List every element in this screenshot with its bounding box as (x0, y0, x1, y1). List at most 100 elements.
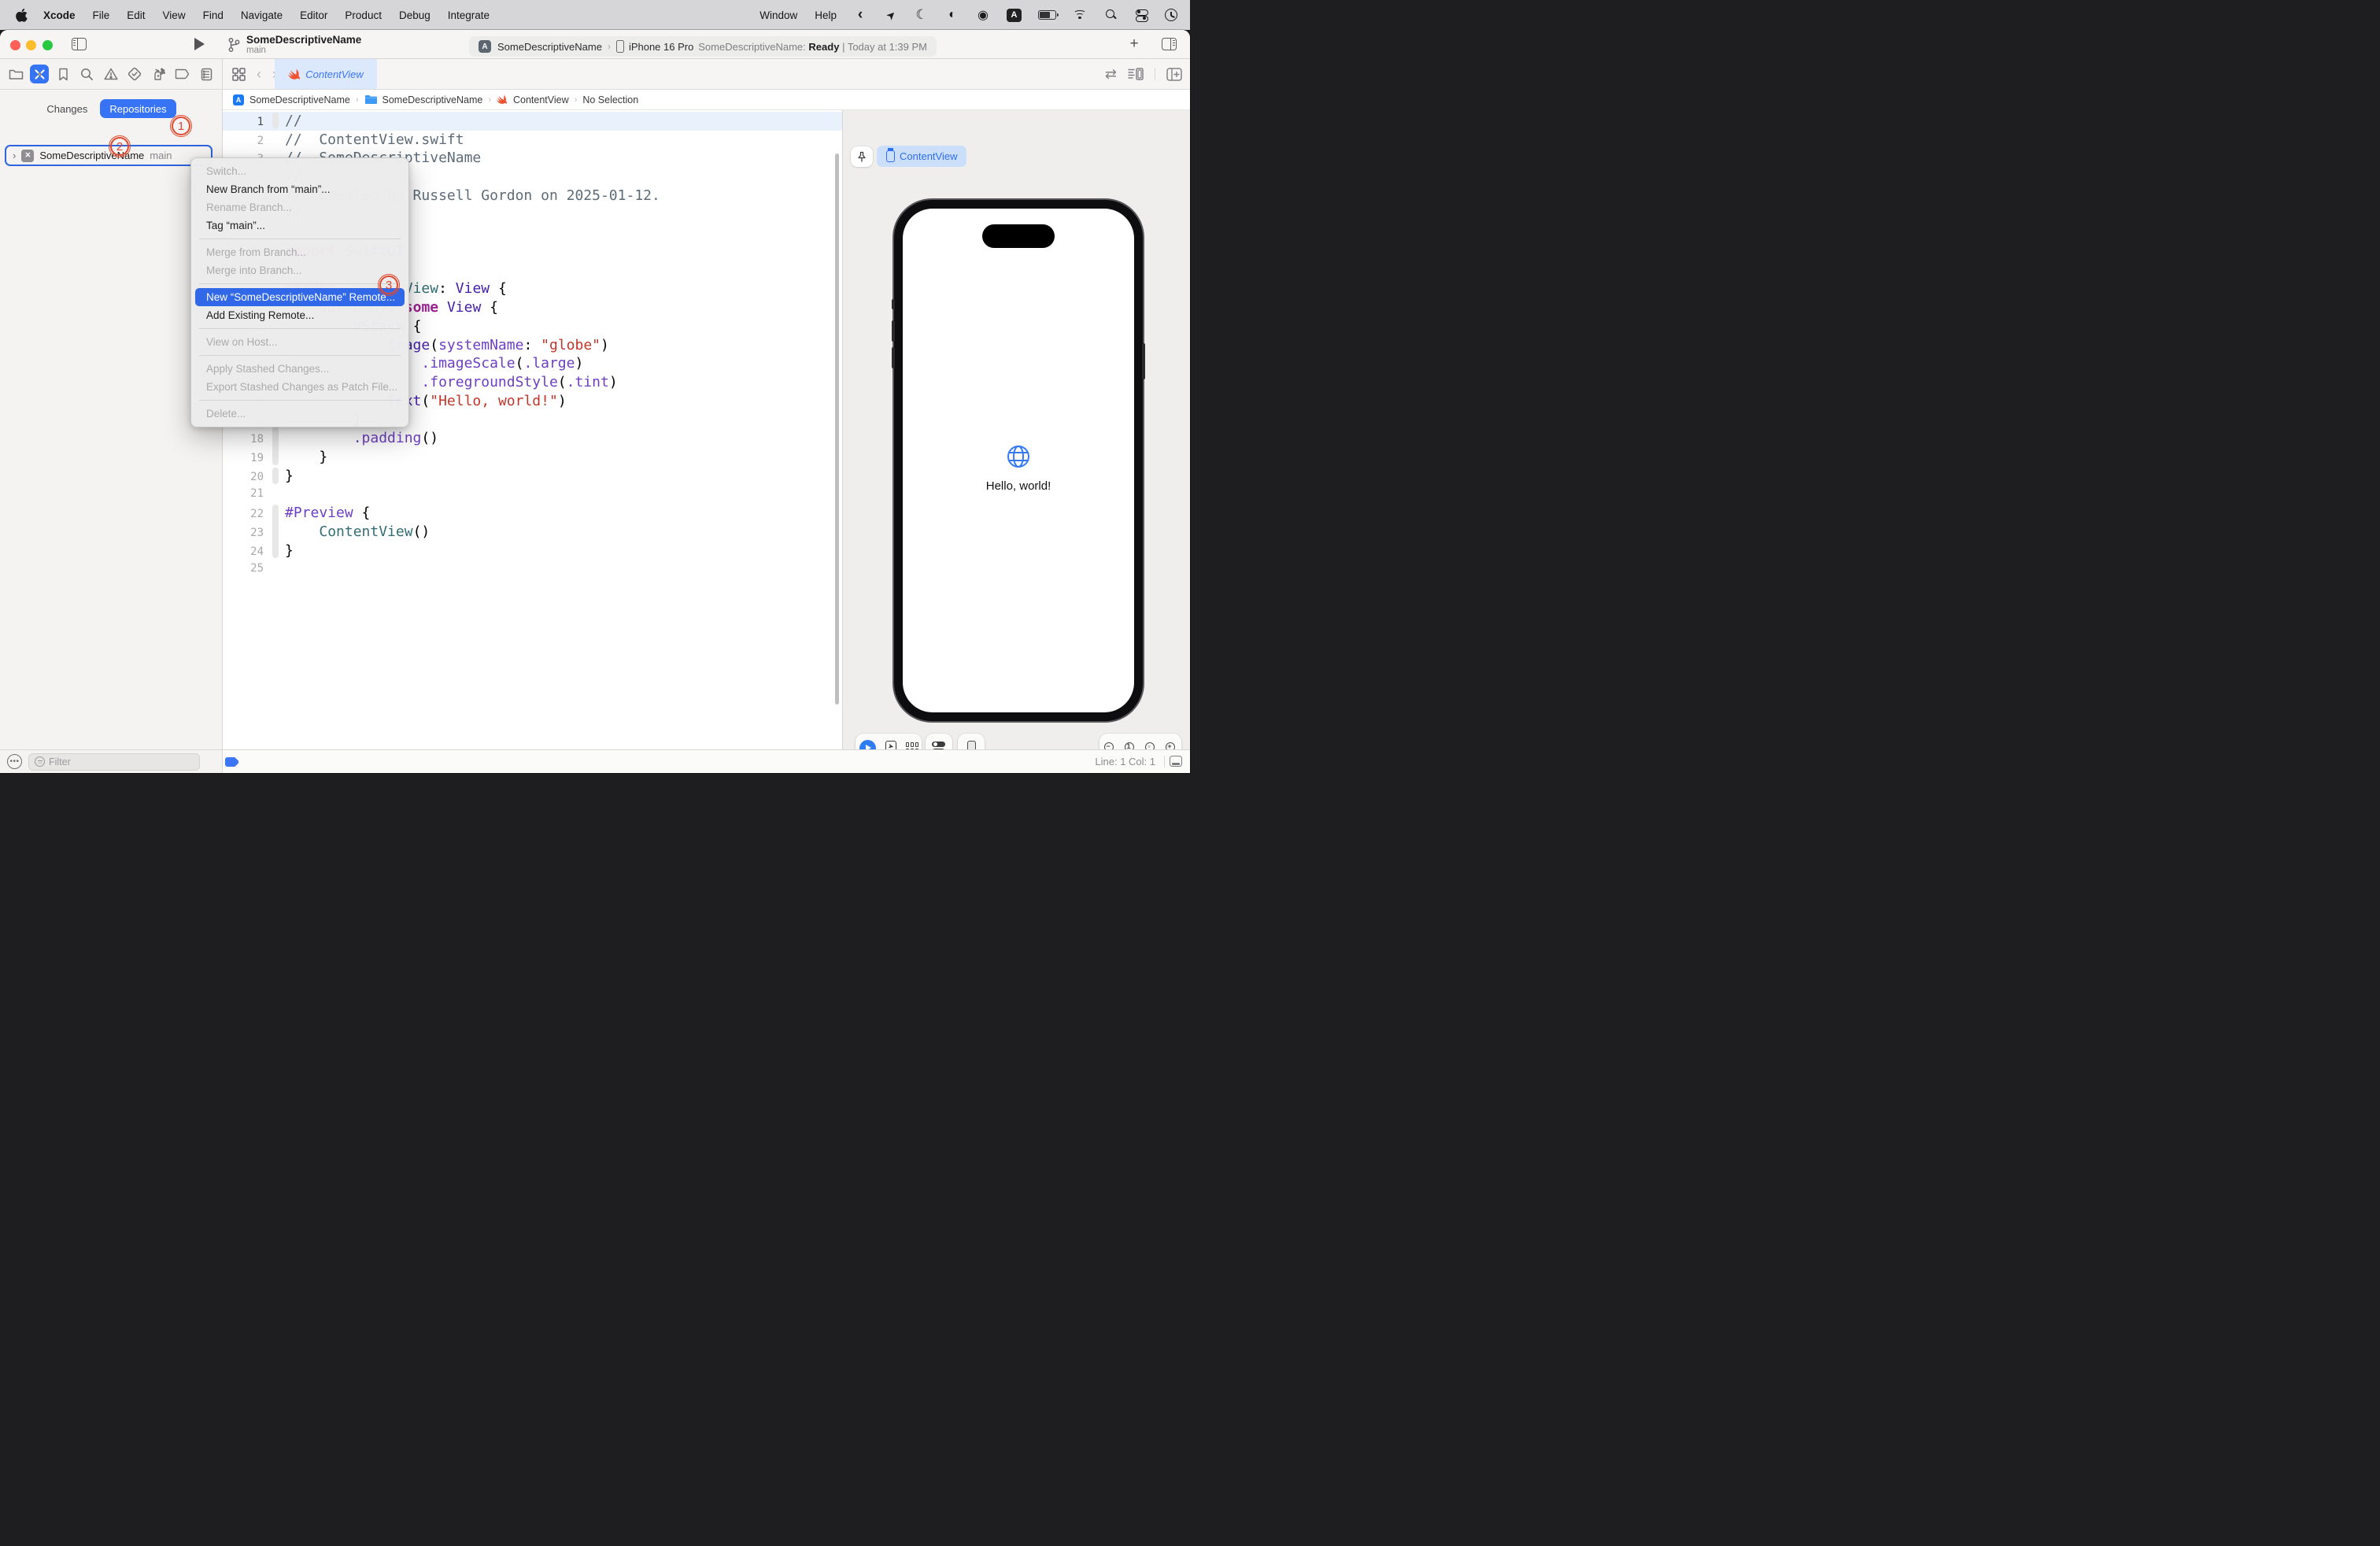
menu-item[interactable]: New Branch from “main”... (195, 180, 405, 198)
repository-branch: main (150, 150, 172, 161)
menu-item[interactable]: New “SomeDescriptiveName” Remote... (195, 288, 405, 306)
project-icon: A (233, 94, 244, 105)
code-line[interactable]: 19 } (223, 448, 842, 467)
code-line[interactable]: 20} (223, 467, 842, 486)
tab-contentview[interactable]: ContentView (275, 59, 377, 89)
battery-icon[interactable] (1038, 10, 1056, 20)
globe-icon (1007, 445, 1030, 468)
menubar-item-window[interactable]: Window (751, 9, 806, 21)
adjust-editor-icon[interactable] (1170, 756, 1182, 767)
apple-menu[interactable] (16, 9, 35, 22)
source-control-tag-icon[interactable] (225, 757, 238, 767)
menubar-item-product[interactable]: Product (336, 9, 390, 21)
preview-content: Hello, world! (903, 445, 1134, 493)
menubar-item-navigate[interactable]: Navigate (232, 9, 291, 21)
pin-preview-button[interactable] (851, 146, 873, 167)
menubar-item-find[interactable]: Find (194, 9, 232, 21)
power-button (1142, 343, 1145, 379)
folder-icon (9, 68, 24, 80)
play-icon (194, 38, 205, 50)
wifi-icon[interactable] (1073, 8, 1087, 22)
toggle-inspector-button[interactable] (1162, 38, 1177, 50)
filter-input[interactable] (49, 756, 183, 767)
minimize-button[interactable] (26, 40, 36, 50)
close-button[interactable] (10, 40, 20, 50)
display-contrast-icon[interactable]: ◐ (945, 8, 959, 22)
debug-navigator-tab[interactable] (150, 65, 168, 83)
breadcrumb-project[interactable]: SomeDescriptiveName (249, 94, 350, 105)
more-options-icon[interactable]: ••• (7, 754, 22, 769)
toggle-navigator-button[interactable] (71, 37, 87, 51)
code-line[interactable]: 1// (223, 112, 842, 131)
breakpoint-navigator-tab[interactable] (173, 65, 192, 83)
chevron-left-icon[interactable]: ‹ (853, 8, 867, 22)
zoom-button[interactable] (42, 40, 53, 50)
line-number: 2 (223, 132, 268, 151)
menubar-item-help[interactable]: Help (806, 9, 845, 21)
scheme-device[interactable]: iPhone 16 Pro (629, 41, 693, 53)
navigator-sidebar: Changes Repositories › ✕ SomeDescriptive… (0, 90, 223, 773)
volume-up-button (892, 320, 895, 342)
menu-item: View on Host... (195, 333, 405, 351)
menubar-item-edit[interactable]: Edit (118, 9, 153, 21)
code-line[interactable]: 2// ContentView.swift (223, 131, 842, 150)
filter-field[interactable] (28, 753, 200, 771)
project-navigator-tab[interactable] (6, 65, 25, 83)
code-line[interactable]: 24} (223, 542, 842, 560)
window-subtitle-branch: main (246, 46, 361, 56)
menubar-item-xcode[interactable]: Xcode (35, 9, 84, 21)
rocket-icon[interactable]: ➤ (881, 5, 900, 24)
code-line[interactable]: 22#Preview { (223, 504, 842, 523)
preview-screen[interactable]: Hello, world! (903, 209, 1134, 712)
preview-name-pill[interactable]: ContentView (877, 146, 966, 167)
minimap-icon[interactable] (1128, 68, 1144, 80)
control-center-icon[interactable] (1134, 8, 1148, 22)
editor-scrollbar[interactable] (835, 153, 839, 705)
menubar-item-debug[interactable]: Debug (390, 9, 439, 21)
issue-navigator-tab[interactable] (102, 65, 120, 83)
moon-icon[interactable]: ☾ (915, 8, 929, 22)
scheme-target[interactable]: SomeDescriptiveName (497, 41, 602, 53)
line-number: 22 (223, 505, 268, 524)
code-line[interactable]: 25 (223, 560, 842, 579)
code-line[interactable]: 21 (223, 485, 842, 504)
chevron-right-icon: › (575, 95, 578, 105)
disclosure-chevron-icon[interactable]: › (13, 150, 16, 161)
add-editor-icon[interactable] (1166, 68, 1182, 81)
breadcrumb-group[interactable]: SomeDescriptiveName (382, 94, 483, 105)
segment-changes[interactable]: Changes (46, 103, 87, 115)
menu-separator (199, 400, 401, 401)
line-column-indicator[interactable]: Line: 1 Col: 1 (1095, 750, 1155, 773)
breadcrumb-file[interactable]: ContentView (513, 94, 569, 105)
clock-icon[interactable] (1165, 9, 1177, 21)
menu-item: Switch... (195, 162, 405, 180)
related-items-icon[interactable] (232, 68, 246, 81)
swap-editors-icon[interactable]: ⇄ (1105, 66, 1117, 83)
mesh-sphere-icon[interactable]: ◉ (976, 8, 990, 22)
run-button[interactable] (193, 38, 205, 50)
library-add-button[interactable]: + (1127, 37, 1141, 51)
bookmark-navigator-tab[interactable] (54, 65, 73, 83)
spotlight-search-icon[interactable] (1103, 8, 1118, 22)
menubar-item-editor[interactable]: Editor (291, 9, 336, 21)
repository-row[interactable]: › ✕ SomeDescriptiveName main (5, 145, 213, 166)
context-menu: Switch...New Branch from “main”...Rename… (190, 157, 409, 427)
menu-item[interactable]: Add Existing Remote... (195, 306, 405, 324)
code-line[interactable]: 23 ContentView() (223, 523, 842, 542)
menubar-item-integrate[interactable]: Integrate (439, 9, 498, 21)
segment-repositories[interactable]: Repositories (100, 99, 176, 118)
go-back-button[interactable]: ‹ (257, 66, 261, 83)
find-navigator-tab[interactable] (78, 65, 97, 83)
menubar-item-file[interactable]: File (84, 9, 119, 21)
keyboard-input-icon[interactable]: A (1007, 9, 1022, 22)
folder-icon (364, 94, 377, 105)
source-control-navigator-tab[interactable] (30, 65, 49, 83)
swift-icon (288, 68, 301, 80)
report-navigator-tab[interactable] (197, 65, 216, 83)
menubar-item-view[interactable]: View (154, 9, 194, 21)
breadcrumb-selection[interactable]: No Selection (582, 94, 638, 105)
test-navigator-tab[interactable] (125, 65, 144, 83)
menu-item: Merge from Branch... (195, 243, 405, 261)
menu-item[interactable]: Tag “main”... (195, 216, 405, 235)
code-line[interactable]: 18 .padding() (223, 429, 842, 448)
